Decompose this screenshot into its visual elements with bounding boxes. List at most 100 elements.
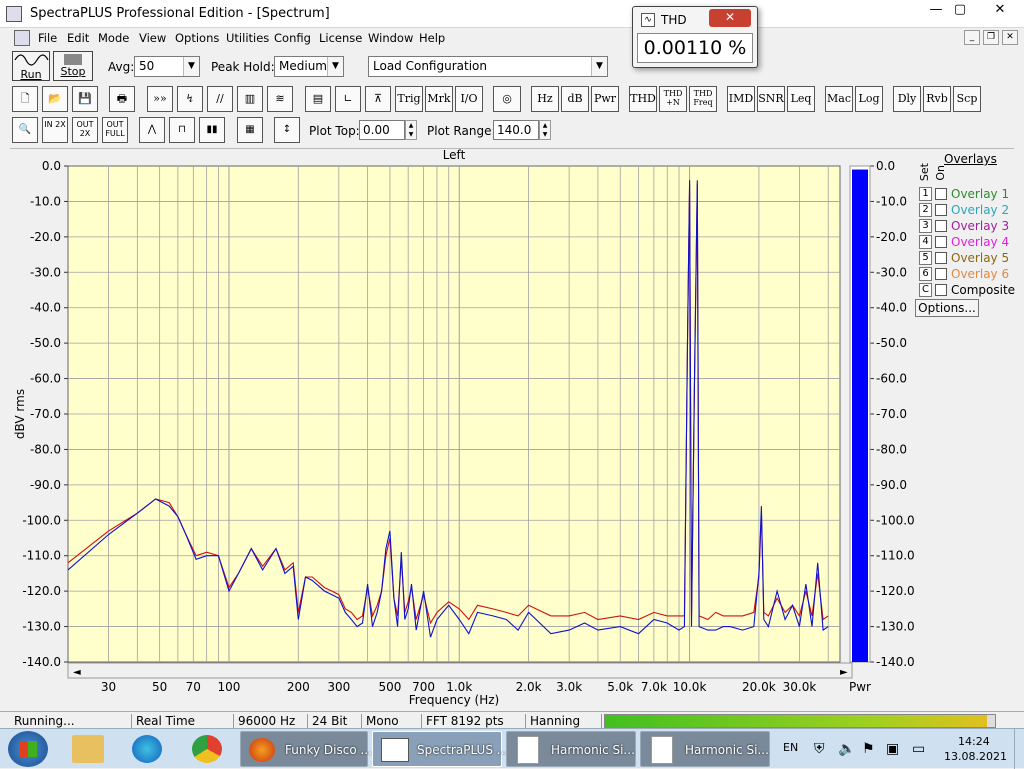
plot-range-spinner[interactable]: ▲ ▼ bbox=[539, 120, 551, 140]
zoom-in-2x-button[interactable]: IN 2X bbox=[42, 117, 68, 143]
thd-freq-button[interactable]: THD Freq bbox=[689, 86, 717, 112]
scroll-left-arrow[interactable]: ◄ bbox=[73, 667, 81, 678]
spectrogram-button[interactable]: ▥ bbox=[237, 86, 263, 112]
generator-button[interactable]: ⊼ bbox=[365, 86, 391, 112]
plot-top-spinner[interactable]: ▲ ▼ bbox=[405, 120, 417, 140]
show-desktop-button[interactable] bbox=[1014, 729, 1024, 769]
language-indicator[interactable]: EN bbox=[783, 741, 798, 754]
menu-options[interactable]: Options bbox=[175, 31, 219, 45]
save-button[interactable]: 💾 bbox=[72, 86, 98, 112]
chrome-browser-icon[interactable] bbox=[192, 735, 222, 763]
edge-browser-icon[interactable] bbox=[132, 735, 162, 763]
spectrum-chart[interactable]: Left 0.0 0.0 -10.0 -10.0 -20.0 -20.0 -30.0 -30.0… bbox=[10, 149, 1014, 709]
axis-button[interactable]: ∟ bbox=[335, 86, 361, 112]
plot-top-input[interactable]: 0.00 bbox=[359, 120, 405, 140]
new-button[interactable]: 🗋 bbox=[12, 86, 38, 112]
menu-mode[interactable]: Mode bbox=[98, 31, 129, 45]
menu-edit[interactable]: Edit bbox=[67, 31, 89, 45]
zoom-out-2x-button[interactable]: OUT 2X bbox=[72, 117, 98, 143]
plot-range-input[interactable]: 140.0 bbox=[493, 120, 539, 140]
menu-file[interactable]: File bbox=[38, 31, 57, 45]
volume-icon[interactable]: 🔈 bbox=[838, 741, 855, 757]
start-button[interactable] bbox=[8, 731, 48, 767]
taskbar-item-harmonic-1[interactable]: Harmonic Si... bbox=[506, 731, 636, 767]
mdi-close-button[interactable]: ✕ bbox=[1002, 30, 1018, 45]
plot-settings-button[interactable]: ▦ bbox=[237, 117, 263, 143]
overlay-checkbox[interactable] bbox=[935, 236, 947, 248]
io-button[interactable]: I/O bbox=[455, 86, 483, 112]
thd-close-button[interactable]: ✕ bbox=[709, 9, 751, 27]
shield-icon[interactable]: ⛨ bbox=[814, 741, 825, 757]
clock-time[interactable]: 14:24 bbox=[958, 735, 990, 748]
leq-button[interactable]: Leq bbox=[787, 86, 815, 112]
mdi-restore-button[interactable]: ❐ bbox=[983, 30, 999, 45]
scale-button[interactable]: ↕ bbox=[274, 117, 300, 143]
overlay-checkbox[interactable] bbox=[935, 220, 947, 232]
load-configuration-select[interactable]: Load Configuration ▼ bbox=[368, 56, 608, 77]
overlay-set-button[interactable]: 1 bbox=[919, 187, 932, 201]
network-icon[interactable]: ▣ bbox=[886, 741, 899, 757]
menu-utilities[interactable]: Utilities bbox=[226, 31, 269, 45]
mdi-minimize-button[interactable]: _ bbox=[964, 30, 980, 45]
clock-date[interactable]: 13.08.2021 bbox=[944, 750, 1007, 763]
trig-button[interactable]: Trig bbox=[395, 86, 423, 112]
pwr-button[interactable]: Pwr bbox=[591, 86, 619, 112]
waterfall-button[interactable]: ≋ bbox=[267, 86, 293, 112]
taskbar-item-harmonic-2[interactable]: Harmonic Si... bbox=[640, 731, 770, 767]
file-explorer-icon[interactable] bbox=[72, 735, 104, 763]
view-button[interactable]: ▤ bbox=[305, 86, 331, 112]
overlay-options-button[interactable]: Options... bbox=[915, 299, 979, 317]
mac-button[interactable]: Mac bbox=[825, 86, 853, 112]
zoom-button[interactable]: 🔍 bbox=[12, 117, 38, 143]
close-button[interactable]: ✕ bbox=[980, 0, 1020, 22]
thdn-button[interactable]: THD +N bbox=[659, 86, 687, 112]
taskbar-item-firefox[interactable]: Funky Disco ... bbox=[240, 731, 372, 767]
scroll-right-arrow[interactable]: ► bbox=[840, 667, 848, 678]
peak-hold-select[interactable]: Medium ▼ bbox=[274, 56, 344, 77]
horizontal-scrollbar[interactable] bbox=[67, 662, 853, 679]
document-icon[interactable] bbox=[14, 30, 30, 46]
overlay-set-button[interactable]: 4 bbox=[919, 235, 932, 249]
overlay-set-button[interactable]: 5 bbox=[919, 251, 932, 265]
overlay-checkbox[interactable] bbox=[935, 268, 947, 280]
imd-button[interactable]: IMD bbox=[727, 86, 755, 112]
menu-license[interactable]: License bbox=[319, 31, 362, 45]
taskbar-item-spectraplus[interactable]: SpectraPLUS ... bbox=[372, 731, 508, 767]
db-button[interactable]: dB bbox=[561, 86, 589, 112]
rvb-button[interactable]: Rvb bbox=[923, 86, 951, 112]
overlay-set-button[interactable]: C bbox=[919, 283, 932, 297]
thd-meter-window[interactable]: ∿ THD ✕ 0.00110 % bbox=[632, 6, 758, 68]
phase-button[interactable]: ∕∕ bbox=[207, 86, 233, 112]
time-series-button[interactable]: ↯ bbox=[177, 86, 203, 112]
stop-button[interactable]: Stop bbox=[53, 51, 93, 81]
maximize-button[interactable]: ▢ bbox=[943, 0, 977, 22]
title-bar[interactable]: SpectraPLUS Professional Edition - [Spec… bbox=[0, 0, 1024, 28]
print-button[interactable]: 🖶 bbox=[109, 86, 135, 112]
dly-button[interactable]: Dly bbox=[893, 86, 921, 112]
avg-select[interactable]: 50 ▼ bbox=[134, 56, 200, 77]
overlay-checkbox[interactable] bbox=[935, 284, 947, 296]
overlay-set-button[interactable]: 3 bbox=[919, 219, 932, 233]
mrk-button[interactable]: Mrk bbox=[425, 86, 453, 112]
overlay-checkbox[interactable] bbox=[935, 188, 947, 200]
overlay-checkbox[interactable] bbox=[935, 204, 947, 216]
overlay-set-button[interactable]: 6 bbox=[919, 267, 932, 281]
run-button[interactable]: Run bbox=[12, 51, 50, 81]
log-button[interactable]: Log bbox=[855, 86, 883, 112]
sine-generator-button[interactable]: ◎ bbox=[493, 86, 521, 112]
flag-icon[interactable]: ⚑ bbox=[862, 741, 875, 757]
power-icon[interactable]: ▭ bbox=[912, 741, 925, 757]
menu-window[interactable]: Window bbox=[368, 31, 413, 45]
line-plot-button[interactable]: ⋀ bbox=[139, 117, 165, 143]
overlay-checkbox[interactable] bbox=[935, 252, 947, 264]
fast-forward-button[interactable]: »» bbox=[147, 86, 173, 112]
bar-plot-button[interactable]: ▮▮ bbox=[199, 117, 225, 143]
scp-button[interactable]: Scp bbox=[953, 86, 981, 112]
overlay-set-button[interactable]: 2 bbox=[919, 203, 932, 217]
snr-button[interactable]: SNR bbox=[757, 86, 785, 112]
thd-button[interactable]: THD bbox=[629, 86, 657, 112]
step-plot-button[interactable]: ⊓ bbox=[169, 117, 195, 143]
menu-help[interactable]: Help bbox=[419, 31, 445, 45]
hz-button[interactable]: Hz bbox=[531, 86, 559, 112]
open-button[interactable]: 📂 bbox=[42, 86, 68, 112]
